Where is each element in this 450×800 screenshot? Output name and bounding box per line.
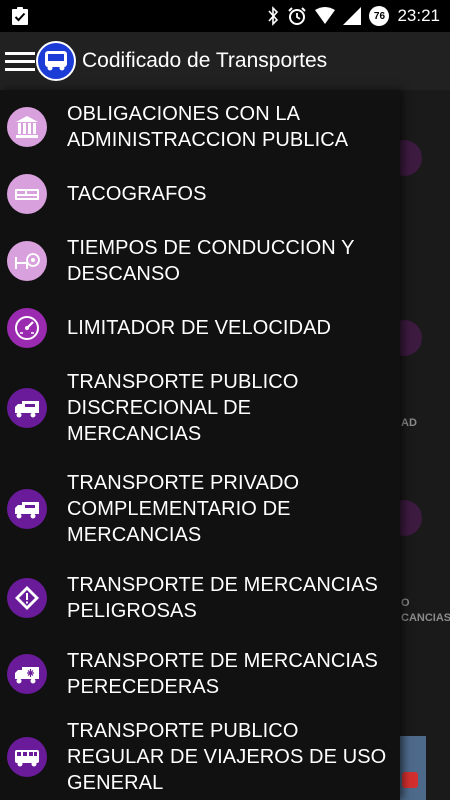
truck-icon bbox=[7, 388, 47, 428]
menu-item-label: TRANSPORTE PUBLICO REGULAR DE VIAJEROS D… bbox=[67, 720, 387, 794]
hamburger-line bbox=[5, 67, 35, 71]
menu-item-label: TACOGRAFOS bbox=[67, 183, 207, 205]
background-label: O bbox=[401, 597, 410, 609]
hamburger-line bbox=[5, 59, 35, 63]
signal-icon bbox=[343, 7, 362, 25]
menu-item-tacografos[interactable]: TACOGRAFOS bbox=[0, 164, 400, 224]
background-content bbox=[400, 90, 450, 800]
menu-item-tiempos-conduccion[interactable]: TIEMPOS DE CONDUCCION Y DESCANSO bbox=[0, 224, 400, 298]
bus-icon bbox=[7, 737, 47, 777]
menu-item-label: TRANSPORTE DE MERCANCIAS PELIGROSAS bbox=[67, 574, 378, 622]
truck-icon bbox=[7, 489, 47, 529]
alarm-icon bbox=[288, 7, 307, 25]
status-bar: 76 23:21 bbox=[0, 0, 450, 32]
wifi-icon bbox=[315, 7, 336, 24]
speedometer-icon bbox=[7, 308, 47, 348]
menu-item-peligrosas[interactable]: TRANSPORTE DE MERCANCIAS PELIGROSAS bbox=[0, 560, 400, 636]
menu-item-viajeros-uso-general[interactable]: TRANSPORTE PUBLICO REGULAR DE VIAJEROS D… bbox=[0, 712, 400, 800]
hazard-diamond-icon bbox=[7, 578, 47, 618]
menu-item-limitador[interactable]: LIMITADOR DE VELOCIDAD bbox=[0, 298, 400, 358]
menu-item-privado-complementario[interactable]: TRANSPORTE PRIVADO COMPLEMENTARIO DE MER… bbox=[0, 458, 400, 560]
government-building-icon bbox=[7, 107, 47, 147]
hamburger-line bbox=[5, 51, 35, 55]
background-label: AD bbox=[401, 417, 417, 429]
clock: 23:21 bbox=[397, 6, 440, 25]
menu-item-label: TRANSPORTE PRIVADO COMPLEMENTARIO DE MER… bbox=[67, 472, 300, 546]
menu-toggle-button[interactable] bbox=[0, 32, 35, 90]
menu-item-perecederas[interactable]: TRANSPORTE DE MERCANCIAS PERECEDERAS bbox=[0, 636, 400, 712]
background-ad-banner[interactable] bbox=[400, 736, 426, 800]
app-title: Codificado de Transportes bbox=[82, 49, 328, 72]
clipboard-check-icon bbox=[12, 7, 28, 25]
navigation-drawer: OBLIGACIONES CON LA ADMINISTRACCION PUBL… bbox=[0, 90, 400, 800]
app-logo-truck-icon[interactable] bbox=[36, 41, 76, 81]
refrigerated-truck-icon bbox=[7, 654, 47, 694]
menu-item-label: TIEMPOS DE CONDUCCION Y DESCANSO bbox=[67, 237, 355, 285]
action-bar: Codificado de Transportes bbox=[0, 32, 450, 90]
menu-item-label: TRANSPORTE PUBLICO DISCRECIONAL DE MERCA… bbox=[67, 371, 299, 445]
menu-item-publico-discrecional[interactable]: TRANSPORTE PUBLICO DISCRECIONAL DE MERCA… bbox=[0, 358, 400, 458]
ad-play-icon bbox=[402, 772, 418, 788]
background-label: CANCIAS bbox=[401, 612, 450, 624]
bluetooth-icon bbox=[268, 6, 279, 26]
menu-item-label: TRANSPORTE DE MERCANCIAS PERECEDERAS bbox=[67, 650, 378, 698]
battery-icon: 76 bbox=[369, 6, 390, 26]
tachograph-icon bbox=[7, 174, 47, 214]
screen: 76 23:21 Codificado de Transportes AD O … bbox=[0, 0, 450, 800]
rest-bed-icon bbox=[7, 241, 47, 281]
menu-item-label: LIMITADOR DE VELOCIDAD bbox=[67, 317, 332, 339]
menu-item-label: OBLIGACIONES CON LA ADMINISTRACCION PUBL… bbox=[67, 103, 349, 151]
menu-item-obligaciones[interactable]: OBLIGACIONES CON LA ADMINISTRACCION PUBL… bbox=[0, 90, 400, 164]
